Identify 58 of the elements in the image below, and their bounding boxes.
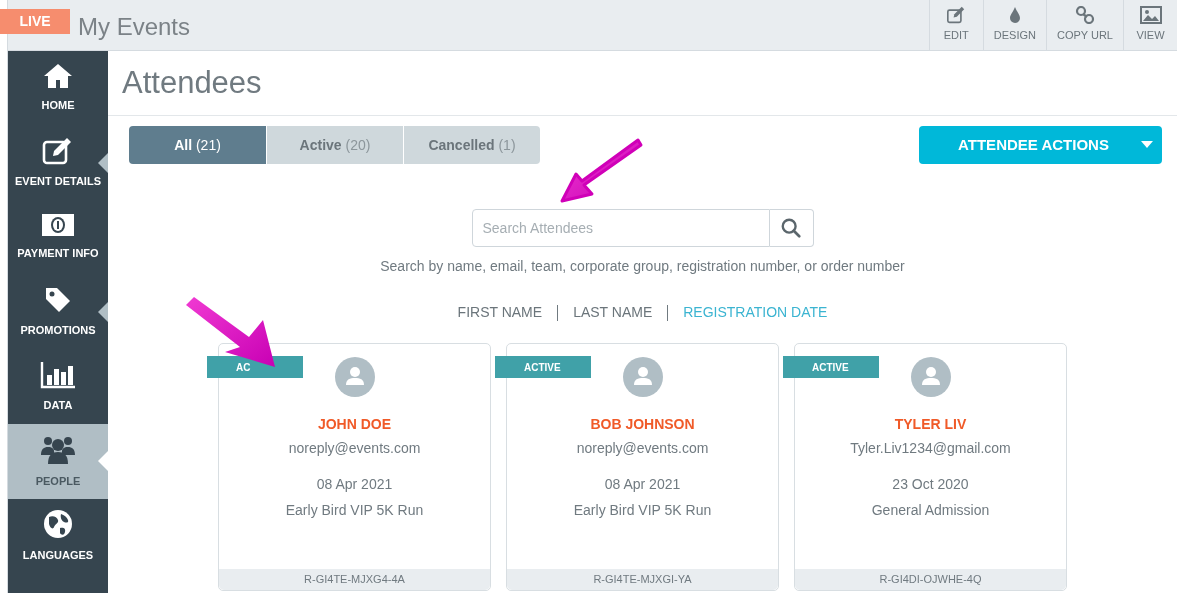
attendee-name: BOB JOHNSON (590, 415, 695, 434)
bar-chart-icon (40, 360, 76, 389)
registration-number: R-GI4TE-MJXG4-4A (304, 572, 405, 588)
filter-tab[interactable]: Cancelled (1) (403, 126, 540, 164)
ticket-type: Early Bird VIP 5K Run (573, 501, 712, 520)
image-icon (1139, 6, 1162, 25)
page-title: Attendees (122, 63, 262, 102)
registration-date: 08 Apr 2021 (316, 475, 393, 494)
drop-icon (1007, 6, 1022, 25)
tag-icon (44, 286, 72, 315)
edit-icon (42, 136, 74, 165)
banknote-icon (41, 213, 75, 238)
sidebar-item[interactable]: PAYMENT INFO (8, 200, 108, 276)
toolbar-button[interactable]: COPY URL (1045, 0, 1123, 51)
people-icon (41, 434, 75, 465)
toolbar-button[interactable]: DESIGN (982, 0, 1046, 51)
registration-number: R-GI4TE-MJXGI-YA (593, 572, 692, 588)
registration-number: R-GI4DI-OJWHE-4Q (879, 572, 982, 588)
home-icon (43, 63, 73, 90)
search-button[interactable] (769, 209, 814, 247)
live-badge: LIVE (0, 9, 70, 34)
ticket-type: General Admission (871, 501, 990, 520)
registration-date: 08 Apr 2021 (604, 475, 681, 494)
sidebar-item[interactable]: PROMOTIONS (8, 275, 108, 350)
attendee-email: Tyler.Liv1234@gmail.com (850, 439, 1011, 458)
sort-link[interactable]: REGISTRATION DATE (683, 302, 828, 323)
sidebar-item[interactable]: EVENT DETAILS (8, 125, 108, 201)
avatar-icon (910, 357, 951, 397)
avatar-icon (334, 357, 375, 397)
registration-date: 23 Oct 2020 (892, 475, 969, 494)
sort-link[interactable]: FIRST NAME (457, 302, 543, 323)
filter-tab[interactable]: All (21) (129, 126, 266, 164)
status-badge: ACTIVE (783, 356, 879, 378)
sidebar-item[interactable]: HOME (8, 51, 108, 126)
event-title: My Events (78, 12, 191, 42)
attendee-actions-button[interactable]: ATTENDEE ACTIONS (919, 126, 1162, 164)
link-icon (1074, 6, 1095, 25)
filter-tab[interactable]: Active (20) (266, 126, 403, 164)
attendee-name: TYLER LIV (894, 415, 967, 434)
status-badge: ACTIVE (495, 356, 591, 378)
attendee-email: noreply@events.com (288, 439, 421, 458)
sort-link[interactable]: LAST NAME (573, 302, 653, 323)
status-badge: AC (207, 356, 303, 378)
caret-icon (1140, 141, 1153, 149)
toolbar-button[interactable]: VIEW (1123, 0, 1177, 51)
sidebar-item[interactable]: DATA (8, 349, 108, 425)
edit-icon (946, 6, 967, 25)
ticket-type: Early Bird VIP 5K Run (285, 501, 424, 520)
avatar-icon (622, 357, 663, 397)
attendee-email: noreply@events.com (576, 439, 709, 458)
sidebar-item[interactable]: LANGUAGES (8, 499, 108, 574)
attendee-name: JOHN DOE (317, 415, 392, 434)
sidebar-item[interactable]: PEOPLE (8, 424, 108, 500)
search-field[interactable]: Search Attendees (471, 209, 770, 247)
search-hint: Search by name, email, team, corporate group, registration number, or order number (380, 257, 905, 276)
globe-icon (43, 509, 73, 540)
toolbar-button[interactable]: EDIT (928, 0, 983, 51)
search-icon (780, 217, 802, 239)
